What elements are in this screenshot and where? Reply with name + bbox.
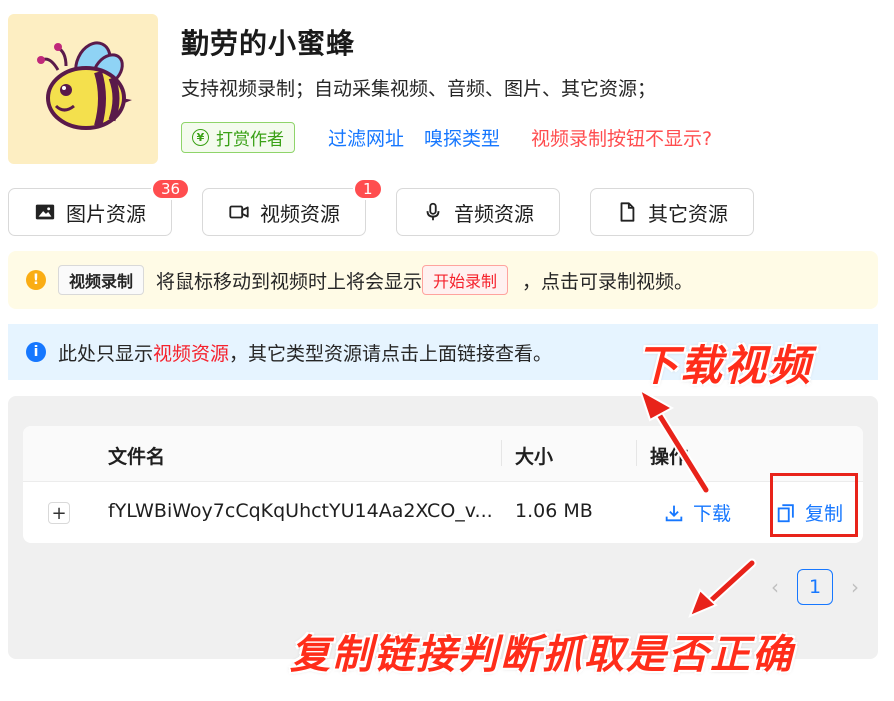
app-description: 支持视频录制；自动采集视频、音频、图片、其它资源； [181,78,657,100]
row-filename: fYLWBiWoy7cCqKqUhctYU14Aa2XCO_v... [108,500,493,522]
sniff-type-link[interactable]: 嗅探类型 [424,124,500,151]
tab-videos-badge: 1 [353,178,383,200]
recording-tip-text-1: 将鼠标移动到视频时上将会显示 [156,270,423,293]
tab-other-label: 其它资源 [648,201,728,226]
video-camera-icon [229,205,249,219]
info-icon: i [26,342,46,362]
column-size: 大小 [515,446,554,468]
row-size: 1.06 MB [515,500,593,522]
page-1-button[interactable]: 1 [797,569,833,605]
app-header: 勤劳的小蜜蜂 支持视频录制；自动采集视频、音频、图片、其它资源； ¥ 打赏作者 … [8,14,888,166]
tab-images-badge: 36 [151,178,191,200]
tip-author-button[interactable]: ¥ 打赏作者 [181,122,295,153]
app-title: 勤劳的小蜜蜂 [181,27,356,60]
download-button[interactable]: 下载 [663,499,731,526]
bee-icon [37,41,132,130]
start-record-tag: 开始录制 [422,265,509,295]
video-record-tag: 视频录制 [58,265,145,295]
tab-audio[interactable]: 音频资源 [396,188,560,236]
download-icon [665,505,683,521]
prev-page-button[interactable]: ‹ [763,575,787,599]
row-expand-button[interactable]: + [48,502,70,524]
column-divider [501,440,502,466]
resource-tabs: 图片资源 36 视频资源 1 音频资源 其它资源 [8,178,888,236]
record-button-missing-link[interactable]: 视频录制按钮不显示? [531,124,712,151]
recording-tip-alert: ! 视频录制 将鼠标移动到视频时上将会显示 开始录制 ，点击可录制视频。 [8,251,878,309]
file-icon [620,202,635,222]
info-text-2: ，其它类型资源请点击上面链接查看。 [229,342,553,365]
yen-icon: ¥ [192,129,209,146]
image-icon [35,204,55,220]
tab-videos[interactable]: 视频资源 1 [202,178,383,236]
column-filename: 文件名 [108,446,166,468]
tab-audio-label: 音频资源 [454,201,534,226]
column-divider [636,440,637,466]
tab-images-label: 图片资源 [66,201,146,226]
tip-author-label: 打赏作者 [216,130,284,150]
download-video-annotation: 下载视频 [635,340,813,391]
download-label: 下载 [693,503,732,525]
microphone-icon [426,202,440,221]
next-page-button[interactable]: › [843,575,867,599]
info-highlight: 视频资源 [153,342,230,365]
resource-table-panel: 文件名 大小 操作 + fYLWBiWoy7cCqKqUhctYU14Aa2XC… [8,396,878,659]
filter-url-link[interactable]: 过滤网址 [328,124,404,151]
tab-videos-label: 视频资源 [260,201,340,226]
pagination: ‹ 1 › [763,569,867,605]
copy-link-annotation: 复制链接判断抓取是否正确 [289,631,794,679]
tab-images[interactable]: 图片资源 36 [8,178,191,236]
bee-logo [8,14,158,164]
copy-highlight-box [770,473,858,537]
info-text-1: 此处只显示 [58,342,154,365]
column-actions: 操作 [650,446,689,468]
table-header: 文件名 大小 操作 [23,426,863,482]
tab-other[interactable]: 其它资源 [590,188,754,236]
resource-table: 文件名 大小 操作 + fYLWBiWoy7cCqKqUhctYU14Aa2XC… [23,426,863,543]
warning-icon: ! [26,270,46,290]
table-row: + fYLWBiWoy7cCqKqUhctYU14Aa2XCO_v... 1.0… [23,482,863,543]
recording-tip-text-2: ，点击可录制视频。 [522,270,694,293]
